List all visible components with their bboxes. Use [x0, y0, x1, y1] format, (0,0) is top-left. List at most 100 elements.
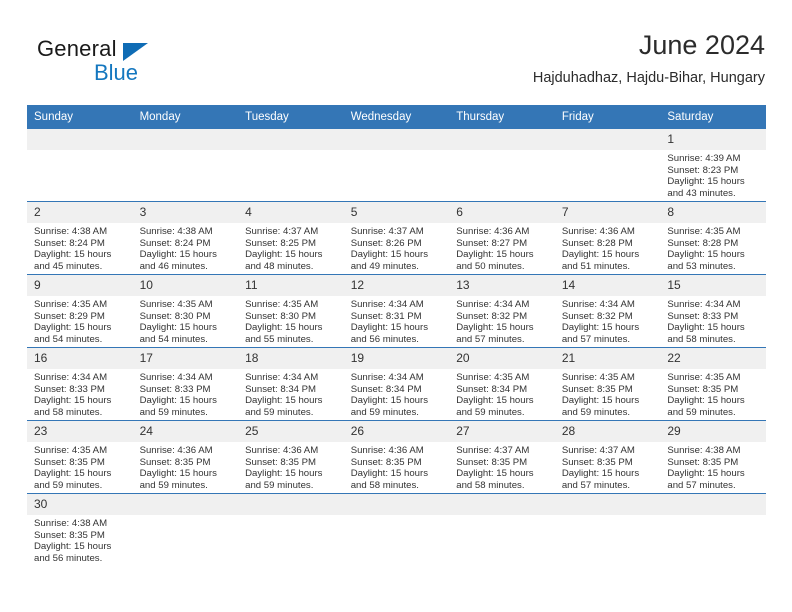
daylight-text: Daylight: 15 hours and 59 minutes. — [245, 395, 323, 418]
calendar-day-cell[interactable]: 2 Sunrise: 4:38 AM Sunset: 8:24 PM Daylight… — [27, 201, 133, 275]
sunrise-text: Sunrise: 4:39 AM — [667, 153, 741, 164]
sunrise-text: Sunrise: 4:35 AM — [34, 299, 108, 310]
calendar-page: General Blue June 2024 Hajduhadhaz, Hajd… — [0, 0, 792, 612]
day-number — [343, 494, 450, 515]
sunset-text: Sunset: 8:31 PM — [350, 310, 422, 322]
calendar-day-cell[interactable]: 15 Sunrise: 4:34 AM Sunset: 8:33 PM Dayligh… — [660, 274, 766, 348]
sunset-text: Sunset: 8:28 PM — [561, 237, 633, 249]
calendar-week-row: 1 Sunrise: 4:39 AM Sunset: 8:23 PM Daylight… — [27, 129, 766, 202]
weekday-header-sunday: Sunday — [27, 105, 133, 129]
daylight-text: Daylight: 15 hours and 56 minutes. — [34, 541, 112, 564]
daylight-text: Daylight: 15 hours and 43 minutes. — [667, 176, 745, 199]
daylight-text: Daylight: 15 hours and 59 minutes. — [139, 395, 217, 418]
calendar-day-cell[interactable]: 11 Sunrise: 4:35 AM Sunset: 8:30 PM Dayligh… — [238, 274, 344, 348]
calendar-day-cell-empty — [449, 129, 555, 202]
sunset-text: Sunset: 8:33 PM — [667, 310, 739, 322]
sunrise-text: Sunrise: 4:34 AM — [456, 299, 530, 310]
day-details: Sunrise: 4:38 AM Sunset: 8:24 PM Daylight:… — [27, 223, 133, 272]
calendar-day-cell[interactable]: 19 Sunrise: 4:34 AM Sunset: 8:34 PM Dayligh… — [343, 347, 450, 421]
calendar-day-cell[interactable]: 25 Sunrise: 4:36 AM Sunset: 8:35 PM Dayligh… — [238, 420, 344, 494]
sunrise-text: Sunrise: 4:34 AM — [350, 299, 424, 310]
day-number — [132, 494, 239, 515]
calendar-day-cell[interactable]: 18 Sunrise: 4:34 AM Sunset: 8:34 PM Dayligh… — [238, 347, 344, 421]
calendar-day-cell-empty — [449, 493, 555, 566]
weekday-header-wednesday: Wednesday — [343, 105, 450, 129]
daylight-text: Daylight: 15 hours and 45 minutes. — [34, 249, 112, 272]
calendar-day-cell[interactable]: 10 Sunrise: 4:35 AM Sunset: 8:30 PM Dayligh… — [132, 274, 239, 348]
sunrise-text: Sunrise: 4:35 AM — [667, 226, 741, 237]
sunrise-text: Sunrise: 4:34 AM — [667, 299, 741, 310]
calendar-day-cell[interactable]: 9 Sunrise: 4:35 AM Sunset: 8:29 PM Daylight… — [27, 274, 133, 348]
daylight-text: Daylight: 15 hours and 59 minutes. — [456, 395, 534, 418]
calendar-day-cell[interactable]: 26 Sunrise: 4:36 AM Sunset: 8:35 PM Dayligh… — [343, 420, 450, 494]
calendar-day-cell[interactable]: 5 Sunrise: 4:37 AM Sunset: 8:26 PM Daylight… — [343, 201, 450, 275]
day-number: 2 — [27, 202, 133, 223]
day-number: 30 — [27, 494, 133, 515]
calendar-day-cell[interactable]: 4 Sunrise: 4:37 AM Sunset: 8:25 PM Daylight… — [238, 201, 344, 275]
day-details: Sunrise: 4:34 AM Sunset: 8:33 PM Daylight:… — [133, 369, 239, 418]
daylight-text: Daylight: 15 hours and 53 minutes. — [667, 249, 745, 272]
calendar-day-cell[interactable]: 17 Sunrise: 4:34 AM Sunset: 8:33 PM Dayligh… — [132, 347, 239, 421]
daylight-text: Daylight: 15 hours and 58 minutes. — [667, 322, 745, 345]
sunrise-text: Sunrise: 4:34 AM — [350, 372, 424, 383]
day-number — [238, 494, 344, 515]
calendar-day-cell[interactable]: 30 Sunrise: 4:38 AM Sunset: 8:35 PM Dayligh… — [27, 493, 133, 566]
sunset-text: Sunset: 8:24 PM — [34, 237, 105, 249]
calendar-day-cell[interactable]: 20 Sunrise: 4:35 AM Sunset: 8:34 PM Dayligh… — [449, 347, 555, 421]
sunrise-text: Sunrise: 4:36 AM — [139, 445, 213, 456]
sunrise-text: Sunrise: 4:36 AM — [245, 445, 319, 456]
calendar-day-cell[interactable]: 23 Sunrise: 4:35 AM Sunset: 8:35 PM Dayligh… — [27, 420, 133, 494]
calendar-day-cell[interactable]: 13 Sunrise: 4:34 AM Sunset: 8:32 PM Dayligh… — [449, 274, 555, 348]
calendar-day-cell[interactable]: 3 Sunrise: 4:38 AM Sunset: 8:24 PM Daylight… — [132, 201, 239, 275]
daylight-text: Daylight: 15 hours and 58 minutes. — [34, 395, 112, 418]
day-details: Sunrise: 4:35 AM Sunset: 8:29 PM Daylight:… — [27, 296, 133, 345]
day-details: Sunrise: 4:35 AM Sunset: 8:35 PM Daylight:… — [27, 442, 133, 491]
calendar-day-cell-empty — [343, 129, 450, 202]
sunset-text: Sunset: 8:33 PM — [139, 383, 211, 395]
calendar-day-cell[interactable]: 29 Sunrise: 4:38 AM Sunset: 8:35 PM Dayligh… — [660, 420, 766, 494]
day-number: 6 — [449, 202, 555, 223]
calendar-day-cell[interactable]: 7 Sunrise: 4:36 AM Sunset: 8:28 PM Daylight… — [554, 201, 661, 275]
daylight-text: Daylight: 15 hours and 59 minutes. — [34, 468, 112, 491]
calendar-day-cell[interactable]: 24 Sunrise: 4:36 AM Sunset: 8:35 PM Dayligh… — [132, 420, 239, 494]
daylight-text: Daylight: 15 hours and 54 minutes. — [34, 322, 112, 345]
sunrise-text: Sunrise: 4:35 AM — [667, 372, 741, 383]
weekday-header-row: Sunday Monday Tuesday Wednesday Thursday… — [27, 105, 766, 129]
day-number: 26 — [343, 421, 450, 442]
calendar-day-cell[interactable]: 28 Sunrise: 4:37 AM Sunset: 8:35 PM Dayligh… — [554, 420, 661, 494]
weekday-header-tuesday: Tuesday — [238, 105, 344, 129]
calendar-day-cell[interactable]: 12 Sunrise: 4:34 AM Sunset: 8:31 PM Dayligh… — [343, 274, 450, 348]
calendar-day-cell[interactable]: 14 Sunrise: 4:34 AM Sunset: 8:32 PM Dayligh… — [554, 274, 661, 348]
day-number: 13 — [449, 275, 555, 296]
calendar-week-row: 16 Sunrise: 4:34 AM Sunset: 8:33 PM Dayligh… — [27, 347, 766, 421]
day-number — [132, 129, 239, 150]
day-number: 25 — [238, 421, 344, 442]
day-number: 21 — [554, 348, 661, 369]
calendar-day-cell[interactable]: 21 Sunrise: 4:35 AM Sunset: 8:35 PM Dayligh… — [554, 347, 661, 421]
calendar-day-cell[interactable]: 27 Sunrise: 4:37 AM Sunset: 8:35 PM Dayligh… — [449, 420, 555, 494]
sunrise-text: Sunrise: 4:35 AM — [245, 299, 319, 310]
daylight-text: Daylight: 15 hours and 58 minutes. — [350, 468, 429, 491]
general-blue-logo[interactable]: General Blue — [37, 36, 197, 92]
calendar-day-cell[interactable]: 1 Sunrise: 4:39 AM Sunset: 8:23 PM Daylight… — [660, 129, 766, 202]
sunset-text: Sunset: 8:35 PM — [139, 456, 211, 468]
day-details: Sunrise: 4:34 AM Sunset: 8:33 PM Daylight:… — [660, 296, 766, 345]
daylight-text: Daylight: 15 hours and 48 minutes. — [245, 249, 323, 272]
day-number: 8 — [660, 202, 766, 223]
calendar-day-cell[interactable]: 6 Sunrise: 4:36 AM Sunset: 8:27 PM Daylight… — [449, 201, 555, 275]
daylight-text: Daylight: 15 hours and 59 minutes. — [667, 395, 745, 418]
daylight-text: Daylight: 15 hours and 57 minutes. — [456, 322, 534, 345]
calendar-day-cell[interactable]: 22 Sunrise: 4:35 AM Sunset: 8:35 PM Dayligh… — [660, 347, 766, 421]
day-number — [449, 129, 555, 150]
calendar-week-row: 9 Sunrise: 4:35 AM Sunset: 8:29 PM Daylight… — [27, 274, 766, 348]
sunset-text: Sunset: 8:32 PM — [456, 310, 528, 322]
day-number: 4 — [238, 202, 344, 223]
day-number — [660, 494, 766, 515]
day-details: Sunrise: 4:37 AM Sunset: 8:26 PM Daylight:… — [344, 223, 450, 272]
daylight-text: Daylight: 15 hours and 54 minutes. — [139, 322, 217, 345]
calendar-day-cell-empty — [132, 129, 239, 202]
sunrise-text: Sunrise: 4:37 AM — [245, 226, 319, 237]
day-number: 22 — [660, 348, 766, 369]
calendar-day-cell[interactable]: 16 Sunrise: 4:34 AM Sunset: 8:33 PM Dayligh… — [27, 347, 133, 421]
calendar-day-cell[interactable]: 8 Sunrise: 4:35 AM Sunset: 8:28 PM Daylight… — [660, 201, 766, 275]
